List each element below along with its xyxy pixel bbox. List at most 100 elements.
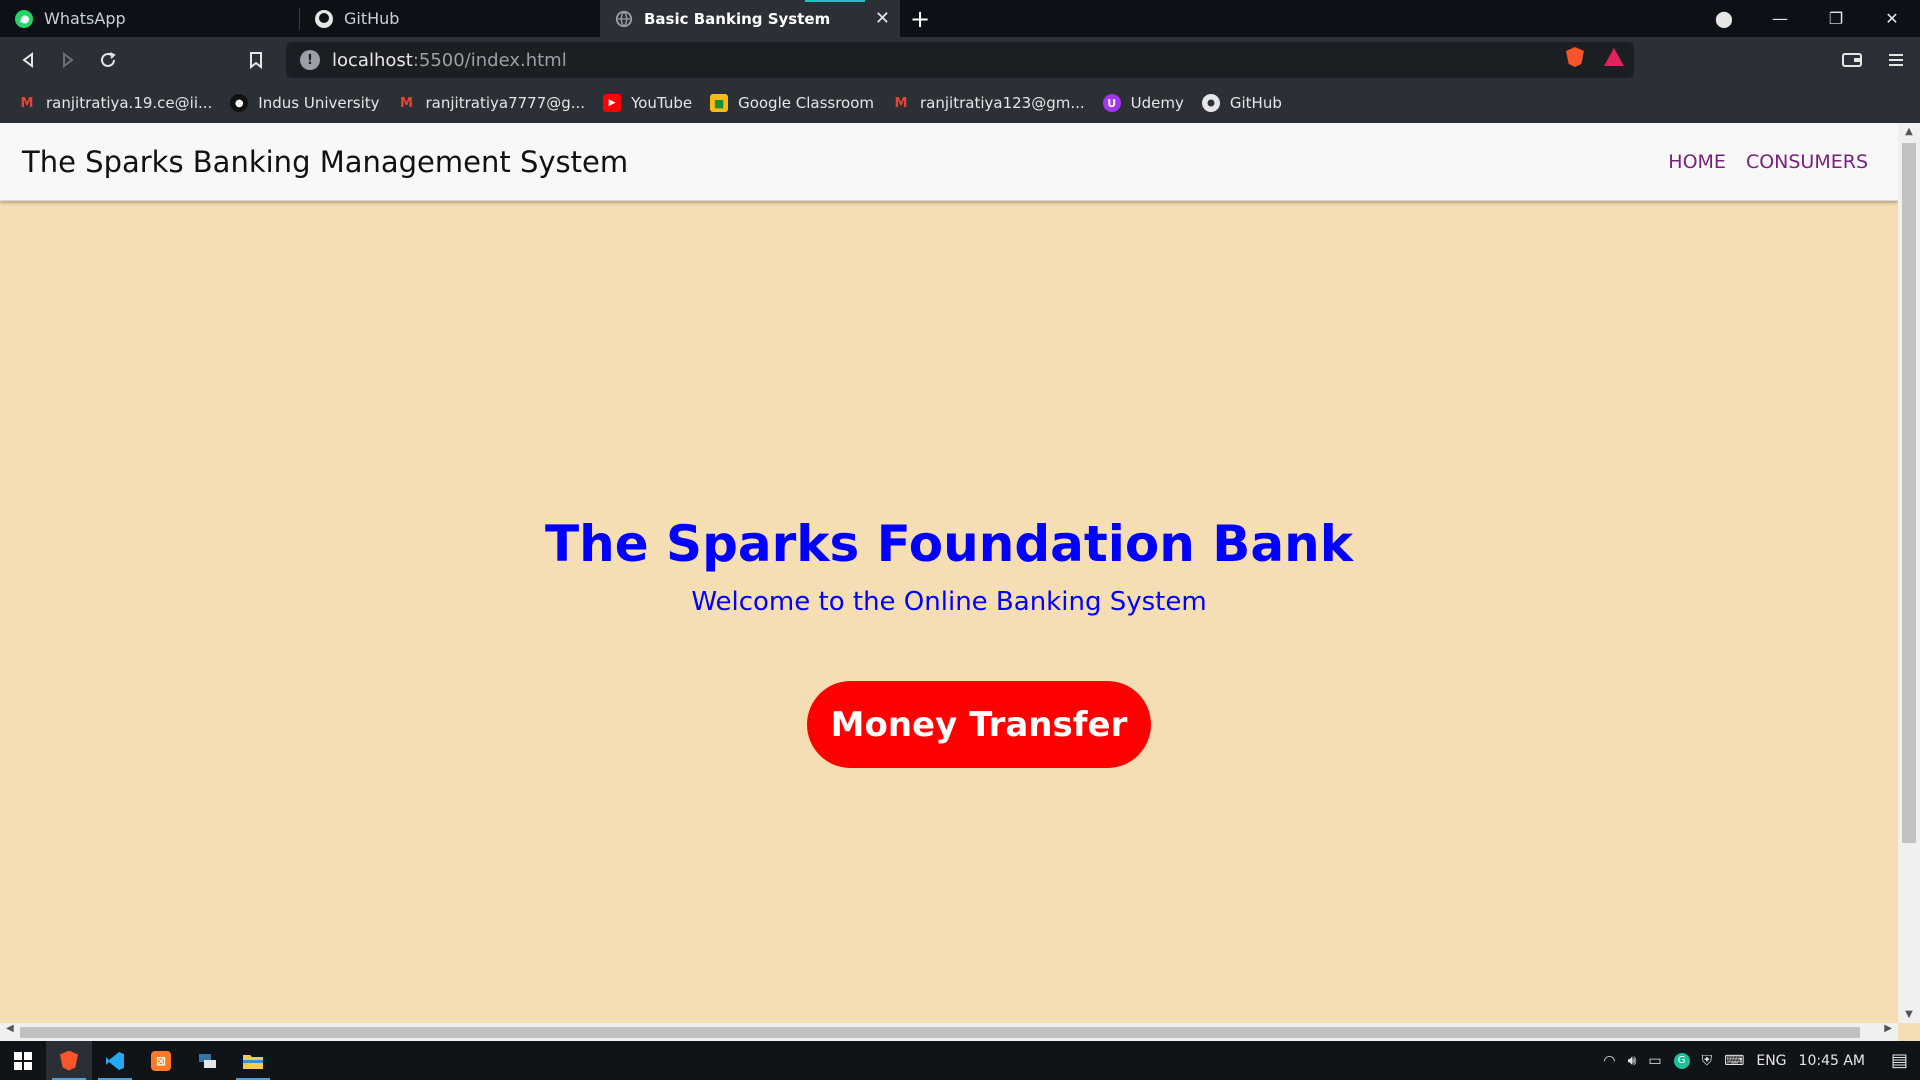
volume-icon[interactable]: 🔊︎ [1628,1053,1637,1069]
bookmark-label: Udemy [1130,94,1184,112]
url-path: :5500/index.html [412,49,567,71]
hero-subtitle: Welcome to the Online Banking System [691,587,1207,617]
start-button[interactable] [0,1041,46,1080]
browser-toolbar: ! localhost:5500/index.html [0,37,1920,83]
grammarly-icon[interactable]: G [1673,1052,1690,1069]
bookmark-label: ranjitratiya.19.ce@ii... [46,94,213,112]
scroll-left-arrow-icon[interactable]: ◀ [6,1023,14,1034]
bookmarks-bar: M ranjitratiya.19.ce@ii... ● Indus Unive… [0,83,1920,123]
browser-tab-bar: WhatsApp GitHub Basic Banking System ✕ +… [0,0,1920,37]
site-brand[interactable]: The Sparks Banking Management System [22,145,628,179]
bookmark-label: Google Classroom [738,94,875,112]
tab-label: WhatsApp [44,9,126,28]
vertical-scrollbar[interactable]: ▲ ▼ [1898,123,1920,1023]
bookmark-label: ranjitratiya123@gm... [920,94,1085,112]
back-button[interactable] [8,40,48,80]
money-transfer-button[interactable]: Money Transfer [807,681,1151,768]
keyboard-icon[interactable]: ⌨ [1724,1053,1744,1069]
close-tab-icon[interactable]: ✕ [875,8,890,29]
bookmark-button[interactable] [236,40,276,80]
notifications-icon[interactable]: ▤ [1891,1050,1908,1071]
github-icon [1201,94,1220,112]
gmail-icon: M [20,95,34,111]
bookmark-icon [250,52,262,69]
tab-whatsapp[interactable]: WhatsApp [0,0,300,37]
taskbar-vscode[interactable] [92,1041,138,1080]
wallet-button[interactable] [1832,40,1872,80]
xampp-icon: ⊠ [151,1050,171,1071]
bookmark-item[interactable]: U Udemy [1102,94,1184,112]
gmail-icon: M [894,95,908,111]
site-nav-links: HOME CONSUMERS [1668,151,1868,173]
hamburger-menu-icon [1889,54,1903,66]
vertical-scroll-thumb[interactable] [1902,143,1916,843]
forward-icon [63,52,74,68]
restore-button[interactable]: ❐ [1808,9,1864,28]
clock[interactable]: 10:45 AM [1799,1053,1865,1069]
hero-title: The Sparks Foundation Bank [545,515,1353,573]
tab-label: Basic Banking System [644,9,831,28]
bookmark-label: GitHub [1229,94,1282,112]
horizontal-scroll-thumb[interactable] [20,1027,1860,1038]
reload-button[interactable] [88,40,128,80]
folder-icon [243,1054,263,1069]
scroll-right-arrow-icon[interactable]: ▶ [1884,1023,1892,1034]
bookmark-item[interactable]: GitHub [1201,94,1282,112]
globe-icon [614,9,634,29]
url-host: localhost [332,49,413,71]
nav-home-link[interactable]: HOME [1668,151,1726,173]
tab-label: GitHub [344,9,400,28]
bookmark-item[interactable]: ▶ YouTube [603,94,692,112]
udemy-icon: U [1102,94,1121,112]
wifi-icon[interactable]: ◠ [1603,1053,1615,1069]
bookmark-label: YouTube [631,94,693,112]
github-icon [314,9,334,29]
gmail-icon: M [400,95,413,111]
brave-rewards-icon[interactable] [1604,48,1624,66]
windows-logo-icon [14,1051,32,1070]
brave-shields-icon[interactable] [1566,47,1584,67]
classroom-icon: ■ [710,94,729,112]
site-navbar: The Sparks Banking Management System HOM… [0,123,1898,201]
bookmark-label: ranjitratiya7777@g... [425,94,586,112]
bookmark-item[interactable]: M ranjitratiya7777@g... [398,94,586,112]
taskbar-brave[interactable] [46,1041,92,1080]
reload-icon [101,52,116,67]
menu-button[interactable] [1876,40,1916,80]
page-viewport: The Sparks Banking Management System HOM… [0,123,1898,1023]
bookmark-item[interactable]: ■ Google Classroom [710,94,874,112]
scroll-down-arrow-icon[interactable]: ▼ [1898,1009,1920,1020]
taskbar-python[interactable] [184,1041,230,1080]
bookmark-item[interactable]: ● Indus University [230,94,380,112]
horizontal-scrollbar[interactable]: ◀ ▶ [0,1023,1898,1041]
taskbar-xampp[interactable]: ⊠ [138,1041,184,1080]
bookmark-item[interactable]: M ranjitratiya.19.ce@ii... [18,94,213,112]
battery-icon[interactable]: ▭ [1648,1053,1661,1069]
youtube-icon: ▶ [603,94,622,112]
security-shield-icon[interactable]: ⛨ [1702,1053,1713,1069]
windows-taskbar: ⊠ ◠ 🔊︎ ▭ G ⛨ ⌨ ENG 10:45 AM ▤ [0,1041,1920,1080]
vscode-icon [106,1051,124,1070]
minimize-button[interactable]: — [1752,9,1808,28]
language-indicator[interactable]: ENG [1756,1053,1786,1069]
brave-icon [60,1050,78,1071]
indus-icon: ● [230,94,249,112]
scroll-up-arrow-icon[interactable]: ▲ [1898,126,1920,137]
site-info-icon[interactable]: ! [300,50,320,70]
new-tab-button[interactable]: + [900,0,940,37]
whatsapp-icon [14,9,34,29]
system-tray: ◠ 🔊︎ ▭ G ⛨ ⌨ ENG 10:45 AM ▤ [1603,1041,1920,1080]
window-controls: ⬤ — ❐ ✕ [1696,0,1920,37]
forward-button[interactable] [48,40,88,80]
close-window-button[interactable]: ✕ [1864,9,1920,28]
bookmark-item[interactable]: M ranjitratiya123@gm... [892,94,1085,112]
tab-basic-banking-system[interactable]: Basic Banking System ✕ [600,0,900,37]
wallet-icon [1842,53,1862,67]
bookmark-label: Indus University [258,94,380,112]
nav-consumers-link[interactable]: CONSUMERS [1746,151,1868,173]
back-icon [22,52,33,68]
tab-github[interactable]: GitHub [300,0,600,37]
address-bar[interactable]: ! localhost:5500/index.html [286,42,1634,78]
taskbar-file-explorer[interactable] [230,1041,276,1080]
profile-dropdown-icon[interactable]: ⬤ [1696,9,1752,28]
